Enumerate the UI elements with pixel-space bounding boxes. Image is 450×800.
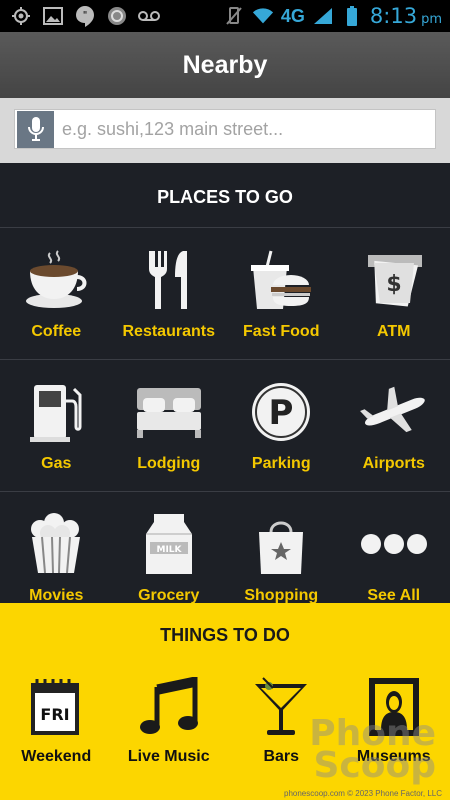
calendar-icon: FRI — [21, 674, 91, 740]
restaurants-icon — [134, 247, 204, 313]
thing-weekend[interactable]: FRI Weekend — [0, 663, 113, 783]
fast-food-icon — [246, 247, 316, 313]
parking-icon: P — [246, 379, 316, 445]
network-type: 4G — [280, 5, 305, 26]
place-label: Gas — [41, 455, 72, 472]
place-label: Fast Food — [243, 323, 320, 340]
status-bar: " 4G 8:13 pm — [0, 0, 450, 32]
svg-text:": " — [83, 10, 88, 21]
place-label: Airports — [362, 455, 425, 472]
grocery-icon: MILK — [134, 511, 204, 577]
places-row: Coffee Restaurants Fast Food $ ATM — [0, 227, 450, 359]
things-section: THINGS TO DO FRI Weekend Live Music Bars… — [0, 603, 450, 800]
things-title: THINGS TO DO — [160, 625, 290, 645]
place-coffee[interactable]: Coffee — [0, 228, 113, 359]
svg-text:MILK: MILK — [156, 545, 182, 555]
vibrate-mute-icon — [223, 5, 245, 27]
place-airports[interactable]: Airports — [338, 360, 450, 491]
places-title: PLACES TO GO — [157, 187, 293, 207]
place-restaurants[interactable]: Restaurants — [113, 228, 226, 359]
svg-text:FRI: FRI — [41, 705, 70, 724]
place-atm[interactable]: $ ATM — [338, 228, 450, 359]
cocktail-icon — [246, 674, 316, 740]
atm-icon: $ — [359, 247, 429, 313]
thing-live-music[interactable]: Live Music — [113, 663, 226, 783]
search-box — [14, 109, 436, 149]
music-note-icon — [134, 674, 204, 740]
coffee-icon — [21, 247, 91, 313]
things-row: FRI Weekend Live Music Bars Museums — [0, 663, 450, 783]
gps-icon — [10, 5, 32, 27]
search-input[interactable] — [62, 118, 435, 140]
place-lodging[interactable]: Lodging — [113, 360, 226, 491]
shopping-icon — [246, 511, 316, 577]
gas-icon — [21, 379, 91, 445]
airports-icon — [359, 379, 429, 445]
svg-text:$: $ — [386, 272, 401, 297]
thing-label: Weekend — [21, 748, 92, 765]
signal-icon — [312, 5, 334, 27]
thing-bars[interactable]: Bars — [225, 663, 338, 783]
movies-icon — [21, 511, 91, 577]
place-fast-food[interactable]: Fast Food — [225, 228, 338, 359]
place-gas[interactable]: Gas — [0, 360, 113, 491]
thing-label: Bars — [263, 748, 300, 765]
clock: 8:13 pm — [369, 4, 442, 28]
place-parking[interactable]: P Parking — [225, 360, 338, 491]
search-bar — [0, 98, 450, 163]
thing-museums[interactable]: Museums — [338, 663, 450, 783]
wifi-icon — [252, 5, 274, 27]
microphone-icon[interactable] — [17, 110, 54, 148]
more-icon — [359, 511, 429, 577]
hangouts-icon: " — [74, 5, 96, 27]
place-label: Restaurants — [122, 323, 215, 340]
places-row: Gas Lodging P Parking Airports — [0, 359, 450, 491]
museum-icon — [359, 674, 429, 740]
places-section: PLACES TO GO Coffee Restaurants Fast Foo… — [0, 163, 450, 604]
thing-label: Museums — [356, 748, 431, 765]
thing-label: Live Music — [127, 748, 210, 765]
place-label: ATM — [377, 323, 411, 340]
credit-text: phonescoop.com © 2023 Phone Factor, LLC — [284, 789, 442, 798]
voicemail-icon — [138, 5, 160, 27]
app-header: Nearby — [0, 32, 450, 98]
svg-text:P: P — [269, 393, 294, 433]
sync-icon — [106, 5, 128, 27]
place-label: Parking — [251, 455, 311, 472]
lodging-icon — [134, 379, 204, 445]
battery-icon — [341, 5, 363, 27]
gallery-icon — [42, 5, 64, 27]
place-label: Lodging — [137, 455, 201, 472]
page-title: Nearby — [182, 50, 268, 79]
place-label: Coffee — [31, 323, 82, 340]
